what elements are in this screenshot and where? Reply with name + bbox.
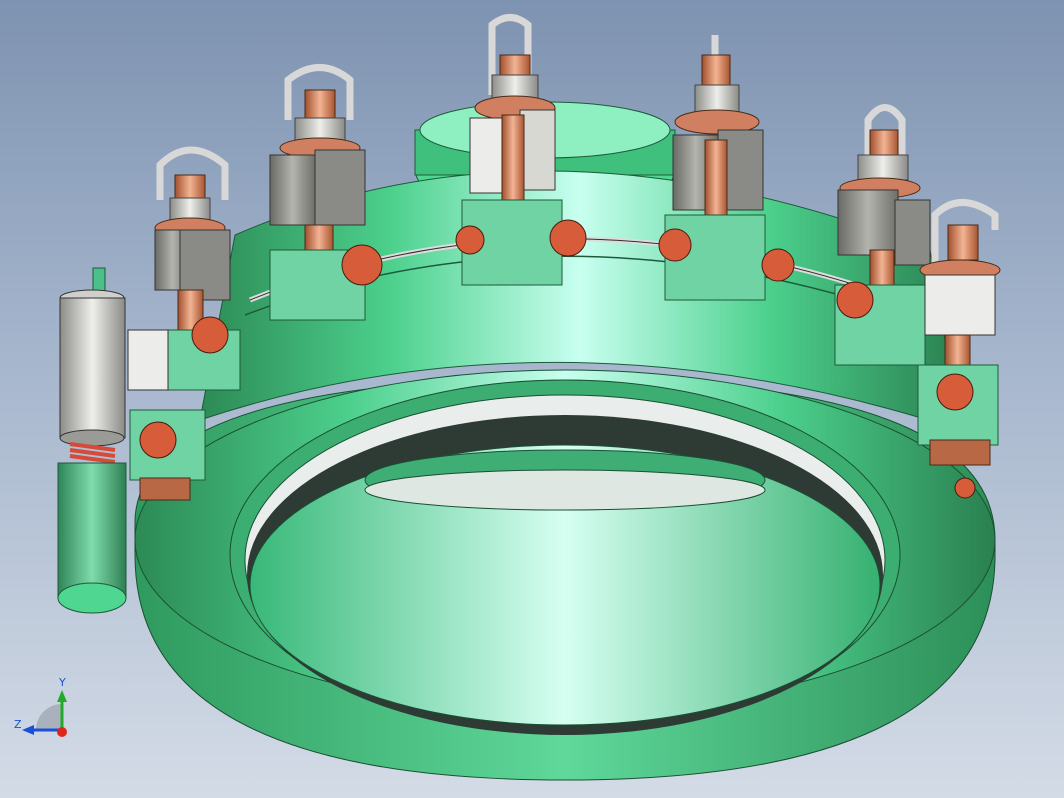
y-axis-head [57,690,67,702]
x-axis-dot [57,727,67,737]
axis-triad[interactable]: Y Z [10,672,100,752]
terminal-stud-2 [269,64,383,321]
y-axis-label: Y [58,676,66,689]
cad-viewport[interactable]: Y Z [0,0,1064,798]
z-axis-head [22,725,34,735]
z-axis-label: Z [14,718,22,731]
spring [69,442,116,464]
side-cylinder [57,267,127,614]
terminal-stud-5 [834,104,931,366]
base-flange [134,369,996,781]
ring-assembly-model[interactable] [0,0,1064,798]
triad-quadrant [36,704,62,730]
terminal-stud-4 [658,35,795,301]
